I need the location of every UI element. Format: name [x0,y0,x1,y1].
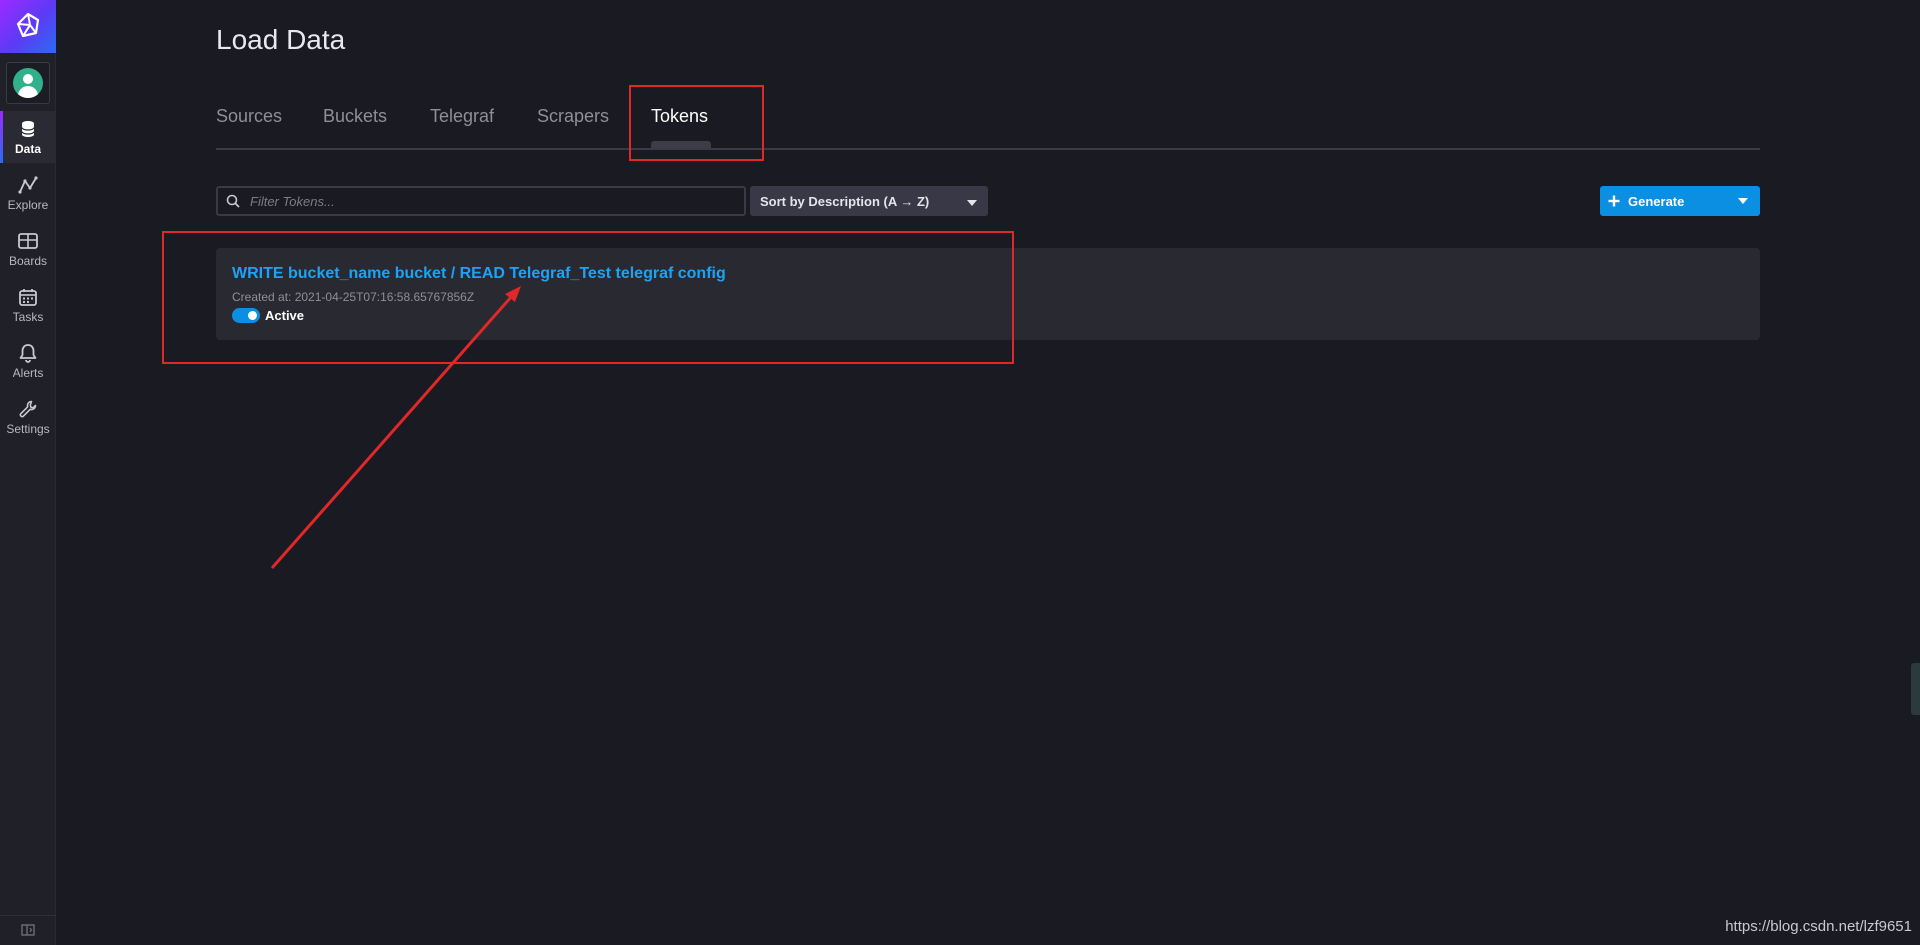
generate-button-label: Generate [1628,193,1685,209]
calendar-icon [18,287,38,307]
tab-buckets[interactable]: Buckets [323,106,387,127]
sidebar-item-label: Alerts [12,365,44,380]
sidebar-item-explore[interactable]: Explore [0,167,56,219]
search-icon [218,188,248,214]
sidebar: Data Explore Boards Tasks Alerts Setting… [0,0,56,945]
dashboard-grid-icon [18,231,38,251]
filter-tokens-input[interactable] [248,192,744,210]
sidebar-collapse-button[interactable] [0,915,56,945]
sidebar-item-label: Data [14,141,41,156]
database-icon [18,119,38,139]
generate-button[interactable]: Generate [1600,186,1760,216]
sidebar-item-label: Tasks [12,309,44,324]
graph-line-icon [18,175,38,195]
plus-icon [1600,195,1628,207]
caret-down-icon[interactable] [1726,197,1760,205]
user-avatar-icon [13,68,43,98]
caret-down-icon [966,192,978,211]
annotation-highlight-box-tab [629,85,764,161]
sidebar-item-data[interactable]: Data [0,111,56,163]
annotation-highlight-box-card [162,231,1014,364]
page-title: Load Data [216,24,346,55]
tab-sources[interactable]: Sources [216,106,282,127]
sidebar-item-label: Boards [8,253,48,268]
sidebar-item-tasks[interactable]: Tasks [0,279,56,331]
sidebar-collapse-icon [21,921,35,940]
sidebar-item-label: Explore [7,197,49,212]
wrench-icon [18,399,38,419]
scrollbar-handle[interactable] [1911,663,1920,715]
sort-dropdown[interactable]: Sort by Description (A → Z) [750,186,988,216]
influxdb-cube-icon [15,12,41,42]
sidebar-item-settings[interactable]: Settings [0,391,56,443]
sort-dropdown-label: Sort by Description (A → Z) [760,193,930,209]
sidebar-item-label: Settings [6,421,50,436]
sidebar-item-boards[interactable]: Boards [0,223,56,275]
filter-tokens-search[interactable] [216,186,746,216]
tab-scrapers[interactable]: Scrapers [537,106,609,127]
watermark-url: https://blog.csdn.net/lzf9651 [1725,918,1912,935]
bell-icon [18,343,38,363]
influxdb-logo[interactable] [0,0,56,53]
user-menu[interactable] [6,62,50,104]
tab-bar: Sources Buckets Telegraf Scrapers Tokens [216,100,1760,150]
tab-telegraf[interactable]: Telegraf [430,106,494,127]
sidebar-item-alerts[interactable]: Alerts [0,335,56,387]
